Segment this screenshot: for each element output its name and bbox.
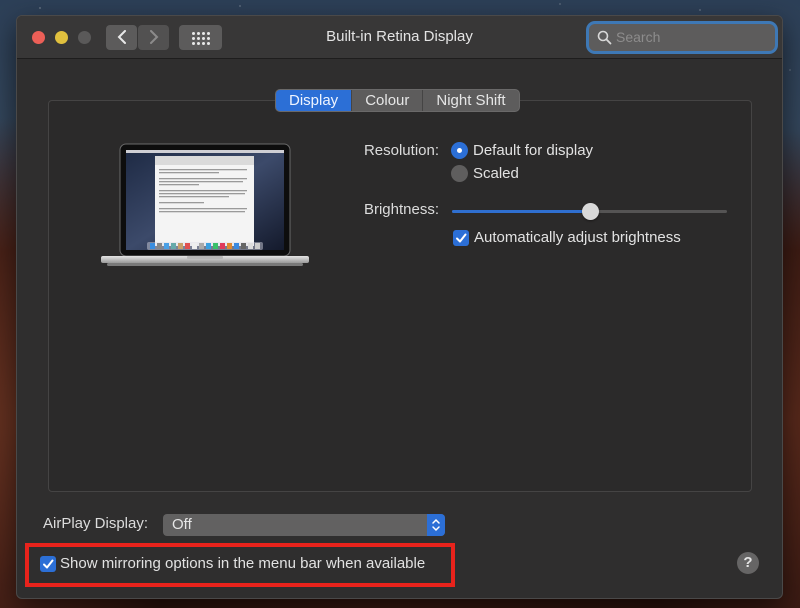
resolution-default-label[interactable]: Default for display	[473, 142, 593, 159]
macbook-illustration	[101, 143, 309, 266]
search-icon	[597, 30, 612, 45]
system-preferences-window: Built-in Retina Display Display Colour N…	[16, 15, 783, 599]
brightness-slider[interactable]	[452, 203, 727, 220]
tab-colour[interactable]: Colour	[351, 90, 422, 111]
resolution-scaled-radio[interactable]	[451, 165, 468, 182]
chevron-up-down-icon	[432, 518, 440, 532]
auto-brightness-checkbox[interactable]	[453, 230, 469, 246]
resolution-scaled-label[interactable]: Scaled	[473, 165, 519, 182]
airplay-display-select[interactable]: Off	[163, 514, 445, 536]
help-button[interactable]: ?	[737, 552, 759, 574]
airplay-display-label: AirPlay Display:	[43, 515, 149, 532]
search-field[interactable]	[589, 24, 775, 51]
brightness-slider-fill	[452, 210, 590, 213]
show-mirroring-checkbox[interactable]	[40, 556, 56, 572]
resolution-label: Resolution:	[363, 142, 439, 159]
checkmark-icon	[43, 559, 54, 569]
brightness-slider-thumb[interactable]	[581, 203, 599, 220]
checkmark-icon	[456, 233, 467, 243]
show-mirroring-label[interactable]: Show mirroring options in the menu bar w…	[60, 555, 425, 572]
resolution-default-radio[interactable]	[451, 142, 468, 159]
tab-night-shift[interactable]: Night Shift	[422, 90, 518, 111]
select-stepper[interactable]	[427, 514, 445, 536]
search-input[interactable]	[616, 27, 766, 47]
tab-bar: Display Colour Night Shift	[275, 89, 520, 112]
auto-brightness-label[interactable]: Automatically adjust brightness	[474, 229, 681, 246]
airplay-display-value: Off	[172, 516, 192, 533]
brightness-label: Brightness:	[363, 201, 439, 218]
title-bar: Built-in Retina Display	[17, 16, 782, 59]
tab-display[interactable]: Display	[276, 90, 352, 111]
